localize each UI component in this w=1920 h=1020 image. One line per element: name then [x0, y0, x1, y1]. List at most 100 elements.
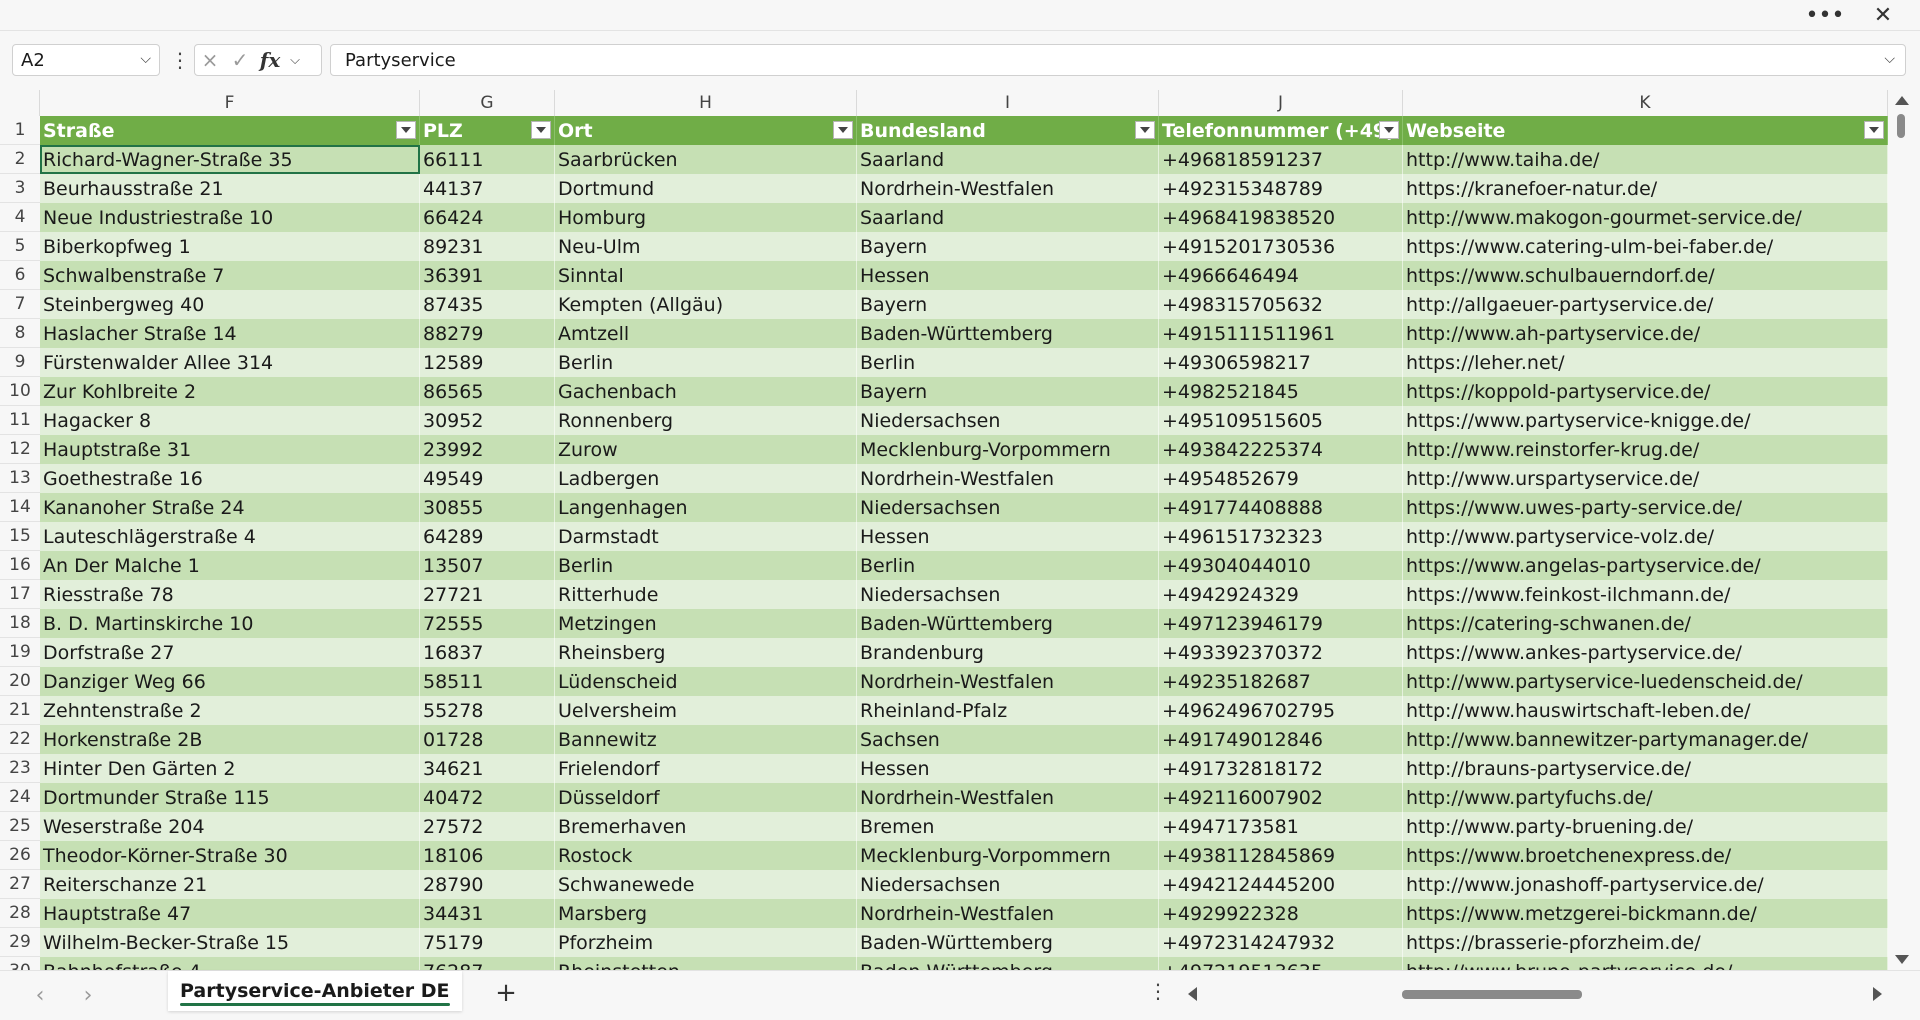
table-cell[interactable]: https://koppold-partyservice.de/ [1403, 377, 1888, 406]
table-cell[interactable]: Mecklenburg-Vorpommern [857, 841, 1159, 870]
table-cell[interactable]: 30952 [420, 406, 555, 435]
filter-dropdown-icon[interactable] [396, 121, 416, 139]
row-number[interactable]: 30 [0, 957, 40, 970]
table-cell[interactable]: Schwanewede [555, 870, 857, 899]
table-cell[interactable]: Berlin [555, 348, 857, 377]
table-cell[interactable]: +496818591237 [1159, 145, 1403, 174]
table-cell[interactable]: 49549 [420, 464, 555, 493]
table-cell[interactable]: B. D. Martinskirche 10 [40, 609, 420, 638]
table-cell[interactable]: Homburg [555, 203, 857, 232]
row-number[interactable]: 21 [0, 696, 40, 725]
table-cell[interactable]: Nordrhein-Westfalen [857, 174, 1159, 203]
table-cell[interactable]: 64289 [420, 522, 555, 551]
header-cell[interactable]: Straße [40, 116, 420, 145]
table-cell[interactable]: +4954852679 [1159, 464, 1403, 493]
table-cell[interactable]: Frielendorf [555, 754, 857, 783]
table-cell[interactable]: 55278 [420, 696, 555, 725]
table-cell[interactable]: Lauteschlägerstraße 4 [40, 522, 420, 551]
spreadsheet-grid[interactable]: FGHIJK 1 Straße PLZ Ort Bundesland Telefonnum… [0, 90, 1888, 970]
scroll-right-icon[interactable] [1873, 987, 1882, 1001]
filter-dropdown-icon[interactable] [1135, 121, 1155, 139]
table-cell[interactable]: Hagacker 8 [40, 406, 420, 435]
table-cell[interactable]: Lüdenscheid [555, 667, 857, 696]
table-cell[interactable]: +492116007902 [1159, 783, 1403, 812]
table-cell[interactable]: +49235182687 [1159, 667, 1403, 696]
table-cell[interactable]: Mecklenburg-Vorpommern [857, 435, 1159, 464]
table-cell[interactable]: 72555 [420, 609, 555, 638]
vertical-dots-icon[interactable]: ⋮ [1148, 979, 1168, 1003]
table-cell[interactable]: 23992 [420, 435, 555, 464]
table-cell[interactable]: 88279 [420, 319, 555, 348]
table-cell[interactable]: +491749012846 [1159, 725, 1403, 754]
column-header-i[interactable]: I [857, 90, 1159, 116]
table-cell[interactable]: Hauptstraße 31 [40, 435, 420, 464]
table-cell[interactable]: Ronnenberg [555, 406, 857, 435]
row-number[interactable]: 12 [0, 435, 40, 464]
table-cell[interactable]: Niedersachsen [857, 406, 1159, 435]
chevron-down-icon[interactable]: ⌵ [140, 51, 151, 67]
table-cell[interactable]: +4962496702795 [1159, 696, 1403, 725]
table-cell[interactable]: Nordrhein-Westfalen [857, 464, 1159, 493]
table-cell[interactable]: Saarland [857, 203, 1159, 232]
table-cell[interactable]: http://www.partyservice-luedenscheid.de/ [1403, 667, 1888, 696]
table-cell[interactable]: Marsberg [555, 899, 857, 928]
vertical-dots-icon[interactable]: ⋮ [170, 48, 190, 72]
table-cell[interactable]: Amtzell [555, 319, 857, 348]
table-cell[interactable]: 66424 [420, 203, 555, 232]
vertical-scrollbar[interactable] [1888, 90, 1914, 970]
table-cell[interactable]: Baden-Württemberg [857, 928, 1159, 957]
row-number[interactable]: 22 [0, 725, 40, 754]
table-cell[interactable]: Düsseldorf [555, 783, 857, 812]
table-cell[interactable]: Berlin [857, 348, 1159, 377]
table-cell[interactable]: http://www.jonashoff-partyservice.de/ [1403, 870, 1888, 899]
table-cell[interactable]: Uelversheim [555, 696, 857, 725]
table-cell[interactable]: Baden-Württemberg [857, 609, 1159, 638]
row-number[interactable]: 17 [0, 580, 40, 609]
table-cell[interactable]: 75179 [420, 928, 555, 957]
header-cell[interactable]: PLZ [420, 116, 555, 145]
add-sheet-icon[interactable]: + [490, 977, 522, 1009]
sheet-tab-active[interactable]: Partyservice-Anbieter DE [168, 971, 462, 1011]
row-number[interactable]: 27 [0, 870, 40, 899]
table-cell[interactable]: +4972314247932 [1159, 928, 1403, 957]
table-cell[interactable]: Berlin [555, 551, 857, 580]
table-cell[interactable]: http://www.taiha.de/ [1403, 145, 1888, 174]
row-number[interactable]: 1 [0, 116, 40, 145]
table-cell[interactable]: Biberkopfweg 1 [40, 232, 420, 261]
more-options-icon[interactable]: ••• [1802, 0, 1848, 30]
table-cell[interactable]: Rheinstetten [555, 957, 857, 970]
row-number[interactable]: 15 [0, 522, 40, 551]
column-header-k[interactable]: K [1403, 90, 1888, 116]
filter-dropdown-icon[interactable] [531, 121, 551, 139]
table-cell[interactable]: Berlin [857, 551, 1159, 580]
row-number[interactable]: 3 [0, 174, 40, 203]
table-cell[interactable]: Darmstadt [555, 522, 857, 551]
table-cell[interactable]: +49304044010 [1159, 551, 1403, 580]
table-cell[interactable]: +497219513635 [1159, 957, 1403, 970]
table-cell[interactable]: Bannewitz [555, 725, 857, 754]
table-cell[interactable]: http://brauns-partyservice.de/ [1403, 754, 1888, 783]
enter-icon[interactable]: ✓ [225, 48, 255, 72]
table-cell[interactable]: http://www.partyservice-volz.de/ [1403, 522, 1888, 551]
table-cell[interactable]: Zur Kohlbreite 2 [40, 377, 420, 406]
scroll-thumb[interactable] [1897, 114, 1905, 138]
table-cell[interactable]: Reiterschanze 21 [40, 870, 420, 899]
table-cell[interactable]: Niedersachsen [857, 870, 1159, 899]
table-cell[interactable]: Steinbergweg 40 [40, 290, 420, 319]
table-cell[interactable]: +493392370372 [1159, 638, 1403, 667]
table-cell[interactable]: 40472 [420, 783, 555, 812]
table-cell[interactable]: 86565 [420, 377, 555, 406]
table-cell[interactable]: Haslacher Straße 14 [40, 319, 420, 348]
table-cell[interactable]: 44137 [420, 174, 555, 203]
row-number[interactable]: 4 [0, 203, 40, 232]
table-cell[interactable]: Bahnhofstraße 4 [40, 957, 420, 970]
table-cell[interactable]: Dortmund [555, 174, 857, 203]
header-cell[interactable]: Bundesland [857, 116, 1159, 145]
table-cell[interactable]: Bremen [857, 812, 1159, 841]
table-cell[interactable]: +49306598217 [1159, 348, 1403, 377]
table-cell[interactable]: Saarbrücken [555, 145, 857, 174]
table-cell[interactable]: 36391 [420, 261, 555, 290]
row-number[interactable]: 9 [0, 348, 40, 377]
table-cell[interactable]: https://www.uwes-party-service.de/ [1403, 493, 1888, 522]
table-cell[interactable]: Nordrhein-Westfalen [857, 667, 1159, 696]
